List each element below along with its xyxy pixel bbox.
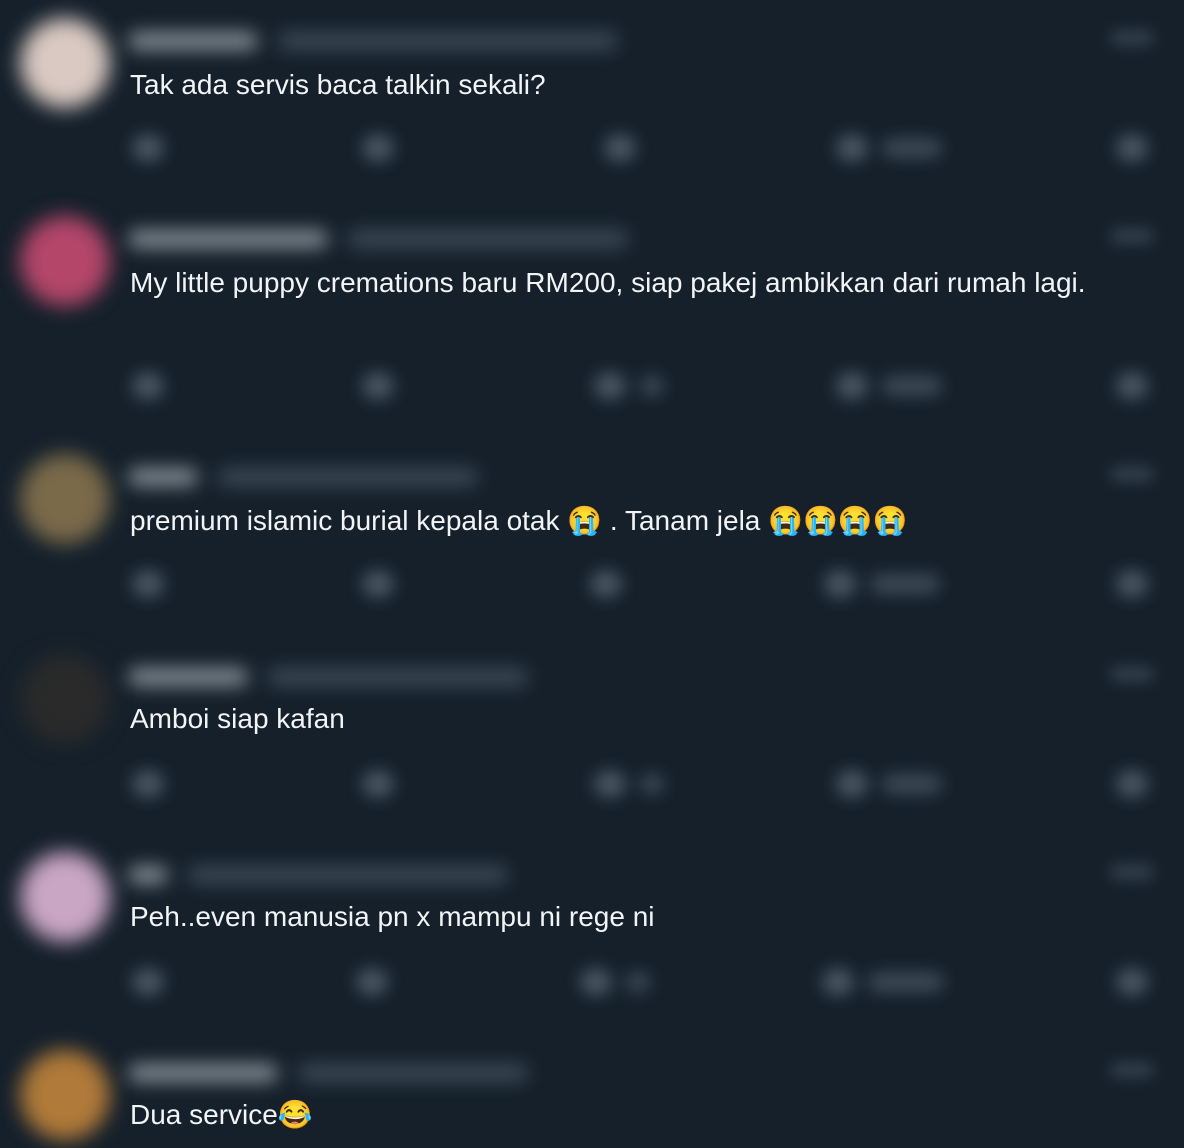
reply-text: Amboi siap kafan [130,703,345,734]
views-icon[interactable] [822,966,962,998]
reply-item[interactable]: Amboi siap kafan [0,636,1184,834]
views-icon[interactable] [836,768,956,800]
more-icon[interactable] [1110,666,1154,682]
reply-text: My little puppy cremations baru RM200, s… [130,267,1086,298]
retweet-icon[interactable] [362,568,422,600]
share-icon[interactable] [1116,132,1156,164]
reply-icon[interactable] [132,966,172,998]
reply-text: Peh..even manusia pn x mampu ni rege ni [130,901,655,932]
retweet-icon[interactable] [356,966,416,998]
views-icon[interactable] [836,132,956,164]
avatar[interactable] [20,654,110,744]
reply-icon[interactable] [132,370,172,402]
reply-item[interactable]: Tak ada servis baca talkin sekali? [0,0,1184,198]
share-icon[interactable] [1116,966,1156,998]
reply-header-blurred [128,28,628,54]
views-icon[interactable] [836,370,956,402]
heart-icon[interactable] [594,768,684,800]
reply-item[interactable]: Dua service😂 [0,1032,1184,1148]
retweet-icon[interactable] [362,132,422,164]
heart-icon[interactable] [594,370,684,402]
reply-actions [0,768,1184,808]
avatar[interactable] [20,18,110,108]
avatar[interactable] [20,852,110,942]
more-icon[interactable] [1110,30,1154,46]
reply-actions [0,370,1184,410]
more-icon[interactable] [1110,864,1154,880]
reply-icon[interactable] [132,568,172,600]
heart-icon[interactable] [580,966,670,998]
views-icon[interactable] [824,568,954,600]
avatar[interactable] [20,1050,110,1140]
reply-text: premium islamic burial kepala otak 😭 . T… [130,505,908,536]
reply-icon[interactable] [132,768,172,800]
reply-header-blurred [128,464,628,490]
reply-header-blurred [128,1060,628,1086]
more-icon[interactable] [1110,1062,1154,1078]
avatar[interactable] [20,216,110,306]
reply-item[interactable]: premium islamic burial kepala otak 😭 . T… [0,436,1184,636]
share-icon[interactable] [1116,768,1156,800]
share-icon[interactable] [1116,568,1156,600]
heart-icon[interactable] [604,132,664,164]
more-icon[interactable] [1110,228,1154,244]
reply-icon[interactable] [132,132,172,164]
reply-header-blurred [128,862,628,888]
retweet-icon[interactable] [362,370,422,402]
reply-header-blurred [128,226,628,252]
retweet-icon[interactable] [362,768,422,800]
share-icon[interactable] [1116,370,1156,402]
reply-text: Dua service😂 [130,1099,313,1130]
reply-actions [0,132,1184,172]
more-icon[interactable] [1110,466,1154,482]
reply-actions [0,568,1184,608]
replies-feed: Tak ada servis baca talkin sekali? My li… [0,0,1184,1148]
avatar[interactable] [20,454,110,544]
reply-item[interactable]: My little puppy cremations baru RM200, s… [0,198,1184,436]
reply-header-blurred [128,664,628,690]
reply-actions [0,966,1184,1006]
heart-icon[interactable] [590,568,650,600]
reply-item[interactable]: Peh..even manusia pn x mampu ni rege ni [0,834,1184,1032]
reply-text: Tak ada servis baca talkin sekali? [130,69,546,100]
